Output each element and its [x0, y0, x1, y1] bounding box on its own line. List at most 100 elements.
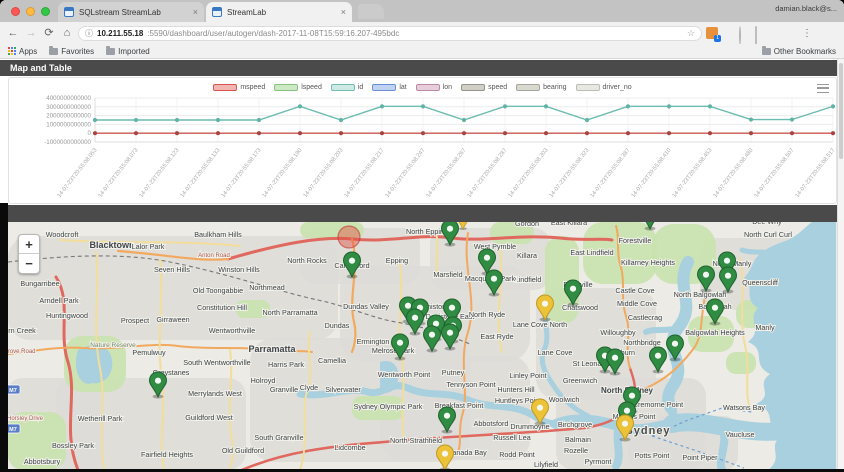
url-host: 10.211.55.18	[97, 29, 143, 38]
map-and-table-panel-header: Map and Table	[0, 60, 837, 76]
y-axis-tick: 4000000000000	[46, 95, 91, 102]
map-place-label: Clyde	[300, 383, 318, 392]
x-axis-tick: 14-07-23T20:55:08.453	[672, 148, 714, 199]
x-axis-tick: 14-07-23T20:55:08.190	[262, 148, 304, 199]
map-place-label: Bossley Park	[52, 441, 94, 450]
map-place-label: East Ryde	[480, 332, 513, 341]
map-highlight-circle[interactable]	[338, 226, 360, 248]
map-place-label: Balmain	[565, 435, 591, 444]
window-minimize-button[interactable]	[26, 7, 35, 16]
data-point-mspeed	[298, 131, 302, 135]
x-axis-tick: 14-07-23T20:55:08.073	[98, 148, 140, 199]
map-place-label: Willoughby	[600, 328, 636, 337]
bookmark-imported[interactable]: Imported	[106, 47, 150, 56]
map-place-label: Pemulwuy	[132, 348, 166, 357]
zoom-out-button[interactable]: −	[19, 254, 39, 273]
data-point-mspeed	[544, 131, 548, 135]
tab-sqlstream-streamlab[interactable]: SQLstream StreamLab ×	[58, 2, 204, 22]
legend-item-lat[interactable]: lat	[372, 84, 406, 91]
legend-item-lspeed[interactable]: lspeed	[274, 84, 322, 91]
chart-menu-icon[interactable]	[817, 84, 829, 93]
legend-item-bearing[interactable]: bearing	[516, 84, 566, 91]
legend-item-speed[interactable]: speed	[461, 84, 507, 91]
other-bookmarks[interactable]: Other Bookmarks	[762, 47, 836, 56]
x-axis-tick: 14-07-23T20:55:08.217	[344, 148, 386, 199]
tab-close-icon[interactable]: ×	[193, 7, 198, 17]
map-place-label: Vaucluse	[725, 430, 754, 439]
map-place-label: Lidcombe	[334, 443, 365, 452]
y-axis-tick: 1000000000000	[46, 121, 91, 128]
bookmark-star-icon[interactable]: ☆	[687, 28, 695, 39]
tab-favicon	[64, 7, 74, 17]
map-place-label: Tennyson Point	[446, 380, 495, 389]
waterway	[616, 430, 619, 466]
back-icon[interactable]: ←	[6, 26, 20, 40]
zoom-in-button[interactable]: +	[19, 235, 39, 254]
home-icon[interactable]: ⌂	[60, 26, 74, 40]
scrollbar-thumb[interactable]	[839, 63, 843, 159]
data-point-id	[298, 104, 302, 108]
legend-swatch	[416, 84, 440, 91]
x-axis-tick: 14-07-23T20:55:08.247	[385, 148, 427, 199]
map-place-label: Northbridge	[623, 338, 661, 347]
map-place-label: Birchgrove	[558, 420, 592, 429]
browser-menu-icon[interactable]: ⋮	[802, 28, 812, 39]
bookmark-apps[interactable]: Apps	[8, 47, 37, 56]
map-canvas[interactable]: M7M7WoodcroftBlacktownLalor ParkBaulkham…	[8, 222, 837, 469]
extension-icon-orange[interactable]: 1	[706, 27, 718, 39]
window-close-button[interactable]	[11, 7, 20, 16]
map-place-label: Silverwater	[325, 385, 361, 394]
map-place-label: Dundas	[325, 321, 350, 330]
extension-icon-circle[interactable]	[738, 27, 750, 39]
data-point-mspeed	[667, 131, 671, 135]
map-place-label: Sydney Olympic Park	[354, 402, 423, 411]
page-info-icon[interactable]: ⓘ	[85, 28, 93, 39]
data-point-id	[462, 118, 466, 122]
data-point-mspeed	[175, 131, 179, 135]
legend-label: id	[358, 84, 363, 91]
map-place-label: Greenwich	[563, 376, 597, 385]
map-place-label: Guildford West	[185, 413, 232, 422]
data-point-id	[831, 104, 835, 108]
map-place-label: Nature Reserve	[90, 342, 136, 349]
extension-icon-square[interactable]	[754, 27, 766, 39]
new-tab-button[interactable]	[358, 4, 384, 19]
map-place-label: Northmead	[249, 283, 285, 292]
legend-item-driver_no[interactable]: driver_no	[576, 84, 632, 91]
page-scrollbar[interactable]	[837, 59, 844, 472]
video-letterbox-left	[0, 203, 8, 472]
x-axis-tick: 14-07-23T20:55:08.480	[713, 148, 755, 199]
waterway	[646, 328, 678, 332]
forward-icon[interactable]: →	[24, 26, 38, 40]
map-place-label: Baulkham Hills	[194, 230, 242, 239]
map-place-label: Russell Lea	[493, 433, 531, 442]
window-zoom-button[interactable]	[41, 7, 50, 16]
legend-item-id[interactable]: id	[331, 84, 363, 91]
map-place-label: Ermington	[357, 337, 390, 346]
map-place-label: grove Road	[8, 349, 36, 355]
map-place-label: Winston Hills	[218, 265, 260, 274]
extension-icon-dark-square[interactable]	[770, 27, 782, 39]
tab-strip: SQLstream StreamLab × StreamLab × damian…	[0, 0, 844, 22]
extension-icon-pill[interactable]	[786, 27, 798, 39]
tab-close-icon[interactable]: ×	[341, 7, 346, 17]
data-point-id	[257, 118, 261, 122]
map-place-label: South Granville	[254, 433, 303, 442]
map-place-label: Lilyfield	[534, 460, 558, 469]
profile-name[interactable]: damian.black@s...	[775, 4, 837, 13]
reload-icon[interactable]: ⟳	[42, 26, 56, 40]
legend-item-mspeed[interactable]: mspeed	[213, 84, 265, 91]
data-point-id	[790, 117, 794, 121]
map-place-label: East Lindfield	[570, 248, 613, 257]
map-place-label: Cremorne Point	[633, 400, 683, 409]
legend-item-lon[interactable]: lon	[416, 84, 452, 91]
bookmark-label: Other Bookmarks	[774, 47, 836, 56]
folder-icon	[762, 48, 771, 55]
x-axis-tick: 14-07-23T20:55:08.323	[549, 148, 591, 199]
tab-streamlab[interactable]: StreamLab ×	[206, 2, 352, 22]
bookmark-favorites[interactable]: Favorites	[49, 47, 94, 56]
address-bar[interactable]: ⓘ 10.211.55.18 :5590/dashboard/user/auto…	[78, 26, 702, 41]
extension-icon-flame[interactable]	[722, 27, 734, 39]
legend-label: lat	[399, 84, 406, 91]
x-axis-tick: 14-07-23T20:55:08.173	[221, 148, 263, 199]
